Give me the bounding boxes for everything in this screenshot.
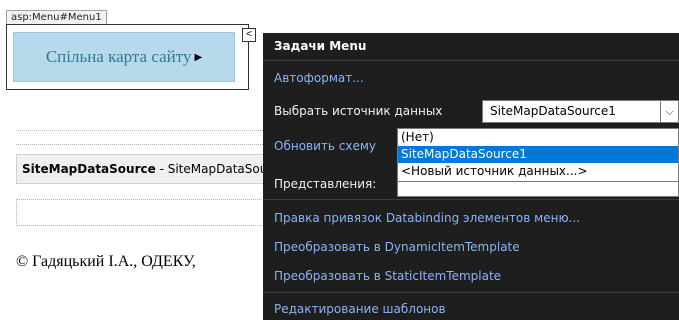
convert-dynamic-link[interactable]: Преобразовать в DynamicItemTemplate (274, 240, 520, 254)
menu-item-sitemap[interactable]: Спільна карта сайту ▶ (13, 32, 235, 82)
control-tag-label: asp:Menu#Menu1 (6, 10, 107, 25)
datasource-combo-value: SiteMapDataSource1 (490, 104, 616, 118)
sitemap-datasource-id: SiteMapDataSource1 (167, 162, 277, 176)
panel-separator (263, 292, 679, 293)
menu-tasks-panel: Задачи Menu Автоформат... Выбрать источн… (263, 33, 679, 320)
edit-bindings-link[interactable]: Правка привязок Databinding элементов ме… (274, 211, 580, 225)
convert-static-link[interactable]: Преобразовать в StaticItemTemplate (274, 269, 501, 283)
panel-separator (263, 60, 679, 61)
menu-item-label: Спільна карта сайту (45, 47, 192, 66)
dropdown-option[interactable]: (Нет) (398, 129, 678, 146)
sitemap-datasource-type: SiteMapDataSource (22, 162, 156, 176)
sitemap-datasource-control[interactable]: SiteMapDataSource - SiteMapDataSource1 (16, 154, 278, 184)
refresh-schema-link[interactable]: Обновить схему (274, 139, 376, 153)
smart-tag-button[interactable]: < (242, 28, 256, 42)
empty-placeholder-region (16, 199, 278, 226)
submenu-arrow-icon: ▶ (194, 51, 203, 63)
dropdown-option[interactable]: <Новый источник данных...> (398, 163, 678, 180)
datasource-combo[interactable]: SiteMapDataSource1 ⌵ (482, 100, 679, 123)
panel-title: Задачи Menu (274, 39, 367, 53)
choose-source-label: Выбрать источник данных (274, 104, 443, 118)
edit-templates-link[interactable]: Редактирование шаблонов (274, 302, 446, 316)
dotted-divider (16, 130, 279, 131)
chevron-down-icon[interactable]: ⌵ (660, 101, 678, 122)
copyright-text: © Гадяцький І.А., ОДЕКУ, (16, 253, 196, 270)
dotted-divider (16, 144, 279, 145)
sitemap-separator: - (155, 162, 168, 176)
views-label: Представления: (274, 177, 377, 191)
menu-control[interactable]: Спільна карта сайту ▶ (6, 24, 249, 90)
datasource-dropdown-list[interactable]: (Нет) SiteMapDataSource1 <Новый источник… (397, 128, 679, 182)
dropdown-option-selected[interactable]: SiteMapDataSource1 (398, 146, 678, 163)
panel-separator (263, 199, 679, 200)
autoformat-link[interactable]: Автоформат... (274, 71, 364, 85)
